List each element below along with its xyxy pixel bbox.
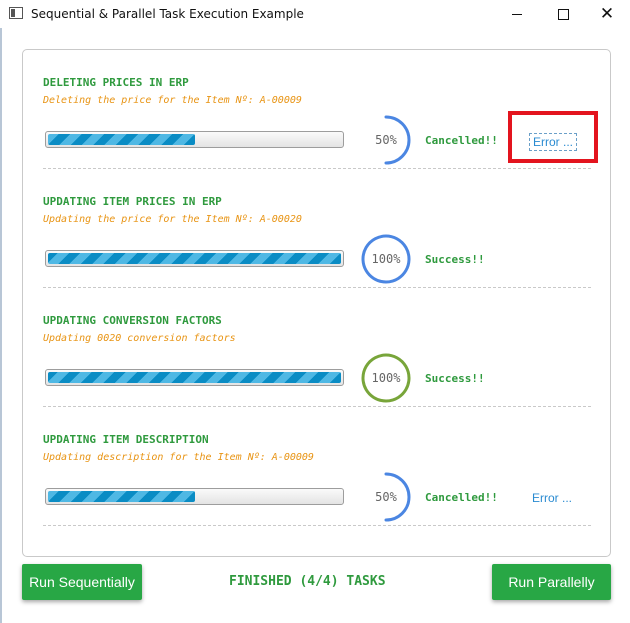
task-status: Cancelled!!: [425, 491, 498, 504]
title-bar: Sequential & Parallel Task Execution Exa…: [0, 0, 630, 28]
maximize-icon: [557, 8, 569, 20]
task-subtitle: Deleting the price for the Item Nº: A-00…: [43, 95, 302, 106]
progress-bar: [45, 131, 344, 148]
progress-ring: 50%: [361, 472, 411, 522]
progress-ring: 50%: [361, 115, 411, 165]
close-button[interactable]: ✕: [584, 0, 630, 28]
task-item: UPDATING ITEM DESCRIPTION Updating descr…: [43, 407, 591, 526]
progress-bar: [45, 369, 344, 386]
app-window-icon: [9, 7, 23, 19]
run-parallelly-button[interactable]: Run Parallelly: [492, 564, 611, 600]
task-subtitle: Updating 0020 conversion factors: [43, 333, 236, 344]
progress-percent: 50%: [375, 133, 397, 147]
task-subtitle: Updating the price for the Item Nº: A-00…: [43, 214, 302, 225]
highlight-box: [508, 111, 598, 163]
task-status: Success!!: [425, 253, 485, 266]
progress-ring: 100%: [361, 353, 411, 403]
task-item: UPDATING CONVERSION FACTORS Updating 002…: [43, 288, 591, 407]
run-sequentially-button[interactable]: Run Sequentially: [22, 564, 142, 600]
close-icon: ✕: [599, 4, 615, 24]
progress-ring: 100%: [361, 234, 411, 284]
task-title: UPDATING ITEM PRICES IN ERP: [43, 195, 222, 208]
progress-bar: [45, 250, 344, 267]
task-status: Cancelled!!: [425, 134, 498, 147]
task-title: UPDATING ITEM DESCRIPTION: [43, 433, 209, 446]
progress-percent: 100%: [371, 371, 401, 385]
progress-percent: 50%: [375, 490, 397, 504]
task-item: UPDATING ITEM PRICES IN ERP Updating the…: [43, 169, 591, 288]
task-subtitle: Updating description for the Item Nº: A-…: [43, 452, 314, 463]
task-divider: [43, 525, 591, 526]
progress-percent: 100%: [371, 252, 401, 266]
progress-bar-fill: [48, 491, 195, 502]
minimize-icon: [512, 13, 522, 15]
window-title: Sequential & Parallel Task Execution Exa…: [31, 7, 304, 21]
progress-bar-fill: [48, 253, 341, 264]
tasks-summary: FINISHED (4/4) TASKS: [229, 574, 386, 589]
progress-bar: [45, 488, 344, 505]
task-title: UPDATING CONVERSION FACTORS: [43, 314, 222, 327]
progress-bar-fill: [48, 134, 195, 145]
progress-bar-fill: [48, 372, 341, 383]
minimize-button[interactable]: [494, 0, 540, 28]
task-status: Success!!: [425, 372, 485, 385]
window-edge: [0, 28, 2, 623]
task-title: DELETING PRICES IN ERP: [43, 76, 189, 89]
maximize-button[interactable]: [540, 0, 586, 28]
error-link[interactable]: Error ...: [529, 490, 575, 506]
